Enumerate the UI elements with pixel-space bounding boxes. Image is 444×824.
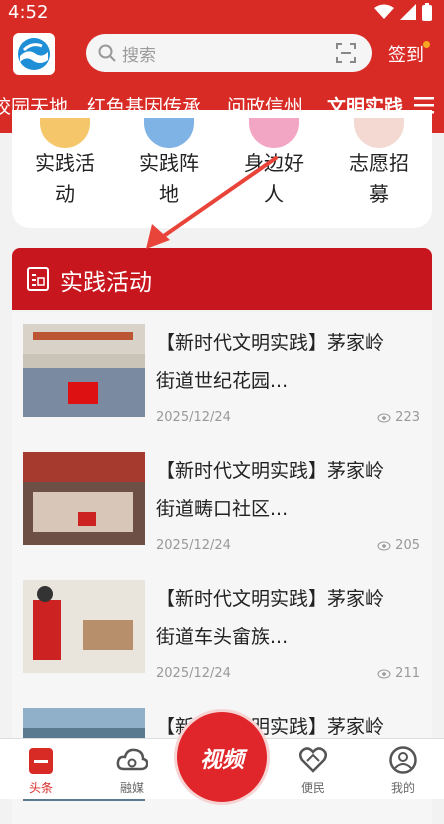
nav-label: 我的 <box>390 781 415 795</box>
article-title-line2: 街道畴口社区... <box>156 498 289 520</box>
article-view-count: 205 <box>395 538 420 553</box>
article-views: 223 <box>377 410 420 425</box>
good-people-icon <box>249 118 299 148</box>
article-title: 【新时代文明实践】茅家岭 街道畴口社区... <box>156 452 426 528</box>
category-volunteer[interactable]: 志愿招 募 <box>339 148 419 210</box>
heart-hand-icon <box>299 747 327 773</box>
practice-base-icon <box>144 118 194 148</box>
article-title-line1: 【新时代文明实践】茅家岭 <box>156 588 385 610</box>
category-label-line2: 地 <box>159 182 179 206</box>
article-thumbnail <box>23 452 145 545</box>
practice-activity-icon <box>40 118 90 148</box>
article-title-line1: 【新时代文明实践】茅家岭 <box>156 332 385 354</box>
category-good-people[interactable]: 身边好 人 <box>234 148 314 210</box>
headlines-icon <box>29 748 53 774</box>
signal-icon <box>400 4 416 20</box>
category-label-line1: 实践阵 <box>139 151 199 175</box>
signin-button[interactable]: 签到 <box>388 41 424 67</box>
nav-label: 头条 <box>28 781 53 795</box>
eye-icon <box>377 669 391 678</box>
article-item[interactable]: 【新时代文明实践】茅家岭 街道车头畲族... 2025/12/24 211 <box>12 568 432 696</box>
article-view-count: 211 <box>395 666 420 681</box>
video-button[interactable]: 视频 <box>177 712 267 802</box>
article-item[interactable]: 【新时代文明实践】茅家岭 街道畴口社区... 2025/12/24 205 <box>12 440 432 568</box>
document-icon <box>27 267 49 291</box>
search-icon <box>98 44 116 62</box>
volunteer-icon <box>354 118 404 148</box>
eye-icon <box>377 413 391 422</box>
category-label-line2: 募 <box>369 182 389 206</box>
profile-icon <box>389 746 417 774</box>
article-title-line2: 街道世纪花园... <box>156 370 289 392</box>
category-label-line1: 身边好 <box>244 151 304 175</box>
app-logo[interactable] <box>13 33 55 75</box>
category-label-line1: 志愿招 <box>349 151 409 175</box>
category-label-line1: 实践活 <box>35 151 95 175</box>
eye-icon <box>377 541 391 550</box>
article-title: 【新时代文明实践】茅家岭 街道车头畲族... <box>156 580 426 656</box>
category-label-line2: 人 <box>264 182 284 206</box>
video-button-label: 视频 <box>199 748 244 773</box>
article-item[interactable]: 【新时代文明实践】茅家岭 街道世纪花园... 2025/12/24 223 <box>12 312 432 440</box>
category-practice-activity[interactable]: 实践活 动 <box>25 148 105 210</box>
article-date: 2025/12/24 <box>156 410 231 425</box>
article-title: 【新时代文明实践】茅家岭 街道世纪花园... <box>156 324 426 400</box>
article-thumbnail <box>23 324 145 417</box>
nav-label: 便民 <box>300 781 325 795</box>
section-title: 实践活动 <box>60 270 152 296</box>
section-header: 实践活动 <box>12 248 432 310</box>
category-grid: 实践活 动 实践阵 地 身边好 人 志愿招 募 <box>12 110 432 228</box>
article-thumbnail <box>23 580 145 673</box>
article-date: 2025/12/24 <box>156 666 231 681</box>
battery-icon <box>422 3 432 21</box>
article-views: 205 <box>377 538 420 553</box>
signin-badge <box>423 41 430 48</box>
search-bar[interactable]: 搜索 <box>86 34 372 72</box>
article-title-line1: 【新时代文明实践】茅家岭 <box>156 460 385 482</box>
article-view-count: 223 <box>395 410 420 425</box>
nav-label: 融媒 <box>119 781 144 795</box>
wifi-icon <box>374 4 394 19</box>
category-practice-base[interactable]: 实践阵 地 <box>129 148 209 210</box>
article-title-line2: 街道车头畲族... <box>156 626 289 648</box>
article-views: 211 <box>377 666 420 681</box>
wave-logo-icon <box>18 38 50 70</box>
article-date: 2025/12/24 <box>156 538 231 553</box>
category-label-line2: 动 <box>55 182 75 206</box>
scan-icon[interactable] <box>336 43 356 63</box>
status-icons <box>374 3 432 21</box>
search-placeholder: 搜索 <box>122 45 156 66</box>
cloud-icon <box>116 748 148 771</box>
status-time: 4:52 <box>8 2 49 23</box>
